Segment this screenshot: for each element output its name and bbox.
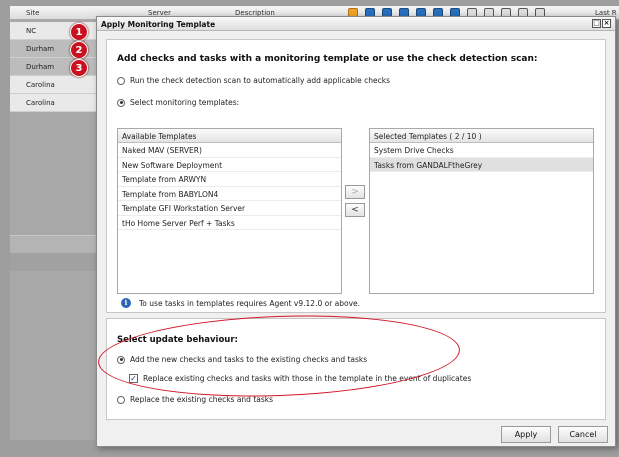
radio-button-selected[interactable] — [117, 98, 125, 107]
list-item[interactable]: Template from BABYLON4 — [118, 187, 341, 201]
option-label: Add the new checks and tasks to the exis… — [130, 355, 368, 364]
option-label: Select monitoring templates: — [130, 98, 240, 107]
update-behaviour-panel: Select update behaviour: Add the new che… — [106, 318, 606, 420]
panel-heading: Add checks and tasks with a monitoring t… — [117, 54, 538, 64]
site-row-empty — [10, 253, 96, 271]
option-label: Run the check detection scan to automati… — [130, 76, 391, 85]
option-replace-existing[interactable]: Replace the existing checks and tasks — [117, 395, 273, 404]
list-item[interactable]: Naked MAV (SERVER) — [118, 143, 341, 158]
dialog-footer: Apply Cancel — [97, 425, 615, 447]
window-buttons: □ × — [592, 19, 611, 28]
agent-version-note: i To use tasks in templates requires Age… — [121, 298, 360, 308]
option-label: Replace existing checks and tasks with t… — [143, 374, 472, 383]
radio-button-selected[interactable] — [117, 355, 125, 364]
option-label: Replace the existing checks and tasks — [130, 395, 274, 404]
step-badge-3: 3 — [70, 59, 88, 77]
option-replace-duplicates[interactable]: ✓ Replace existing checks and tasks with… — [129, 374, 471, 383]
update-heading: Select update behaviour: — [117, 335, 238, 345]
list-item[interactable]: tHo Home Server Perf + Tasks — [118, 216, 341, 230]
radio-button[interactable] — [117, 395, 125, 404]
list-item-selected[interactable]: Tasks from GANDALFtheGrey — [370, 157, 593, 172]
dialog-title: Apply Monitoring Template — [101, 20, 216, 29]
dialog-title-bar[interactable]: Apply Monitoring Template □ × — [97, 17, 615, 31]
selected-templates-list[interactable]: Selected Templates ( 2 / 10 ) System Dri… — [369, 128, 594, 294]
template-selection-panel: Add checks and tasks with a monitoring t… — [106, 39, 606, 313]
move-left-button[interactable]: < — [345, 203, 365, 217]
step-badge-1: 1 — [70, 23, 88, 41]
info-icon: i — [121, 298, 131, 308]
available-templates-list[interactable]: Available Templates Naked MAV (SERVER) N… — [117, 128, 342, 294]
apply-button[interactable]: Apply — [501, 426, 551, 443]
list-header: Selected Templates ( 2 / 10 ) — [370, 129, 593, 143]
column-site[interactable]: Site — [26, 9, 39, 17]
radio-button[interactable] — [117, 76, 125, 85]
site-row[interactable]: Carolina — [10, 94, 96, 112]
list-item[interactable]: Template from ARWYN — [118, 172, 341, 187]
checkbox-checked[interactable]: ✓ — [129, 374, 138, 383]
info-text: To use tasks in templates requires Agent… — [139, 298, 361, 308]
list-item[interactable]: New Software Deployment — [118, 158, 341, 172]
step-badge-2: 2 — [70, 41, 88, 59]
site-row-empty — [10, 235, 96, 253]
cancel-button[interactable]: Cancel — [558, 426, 608, 443]
list-header: Available Templates — [118, 129, 341, 143]
maximize-icon[interactable]: □ — [592, 19, 601, 28]
close-icon[interactable]: × — [602, 19, 611, 28]
site-row[interactable]: Carolina — [10, 76, 96, 94]
apply-template-dialog: Apply Monitoring Template □ × Add checks… — [96, 16, 616, 447]
list-item[interactable]: Template GFI Workstation Server — [118, 201, 341, 216]
option-select-templates[interactable]: Select monitoring templates: — [117, 98, 239, 107]
list-item[interactable]: System Drive Checks — [370, 143, 593, 158]
option-check-detection[interactable]: Run the check detection scan to automati… — [117, 76, 390, 85]
option-add-checks[interactable]: Add the new checks and tasks to the exis… — [117, 355, 367, 364]
move-right-button[interactable]: > — [345, 185, 365, 199]
